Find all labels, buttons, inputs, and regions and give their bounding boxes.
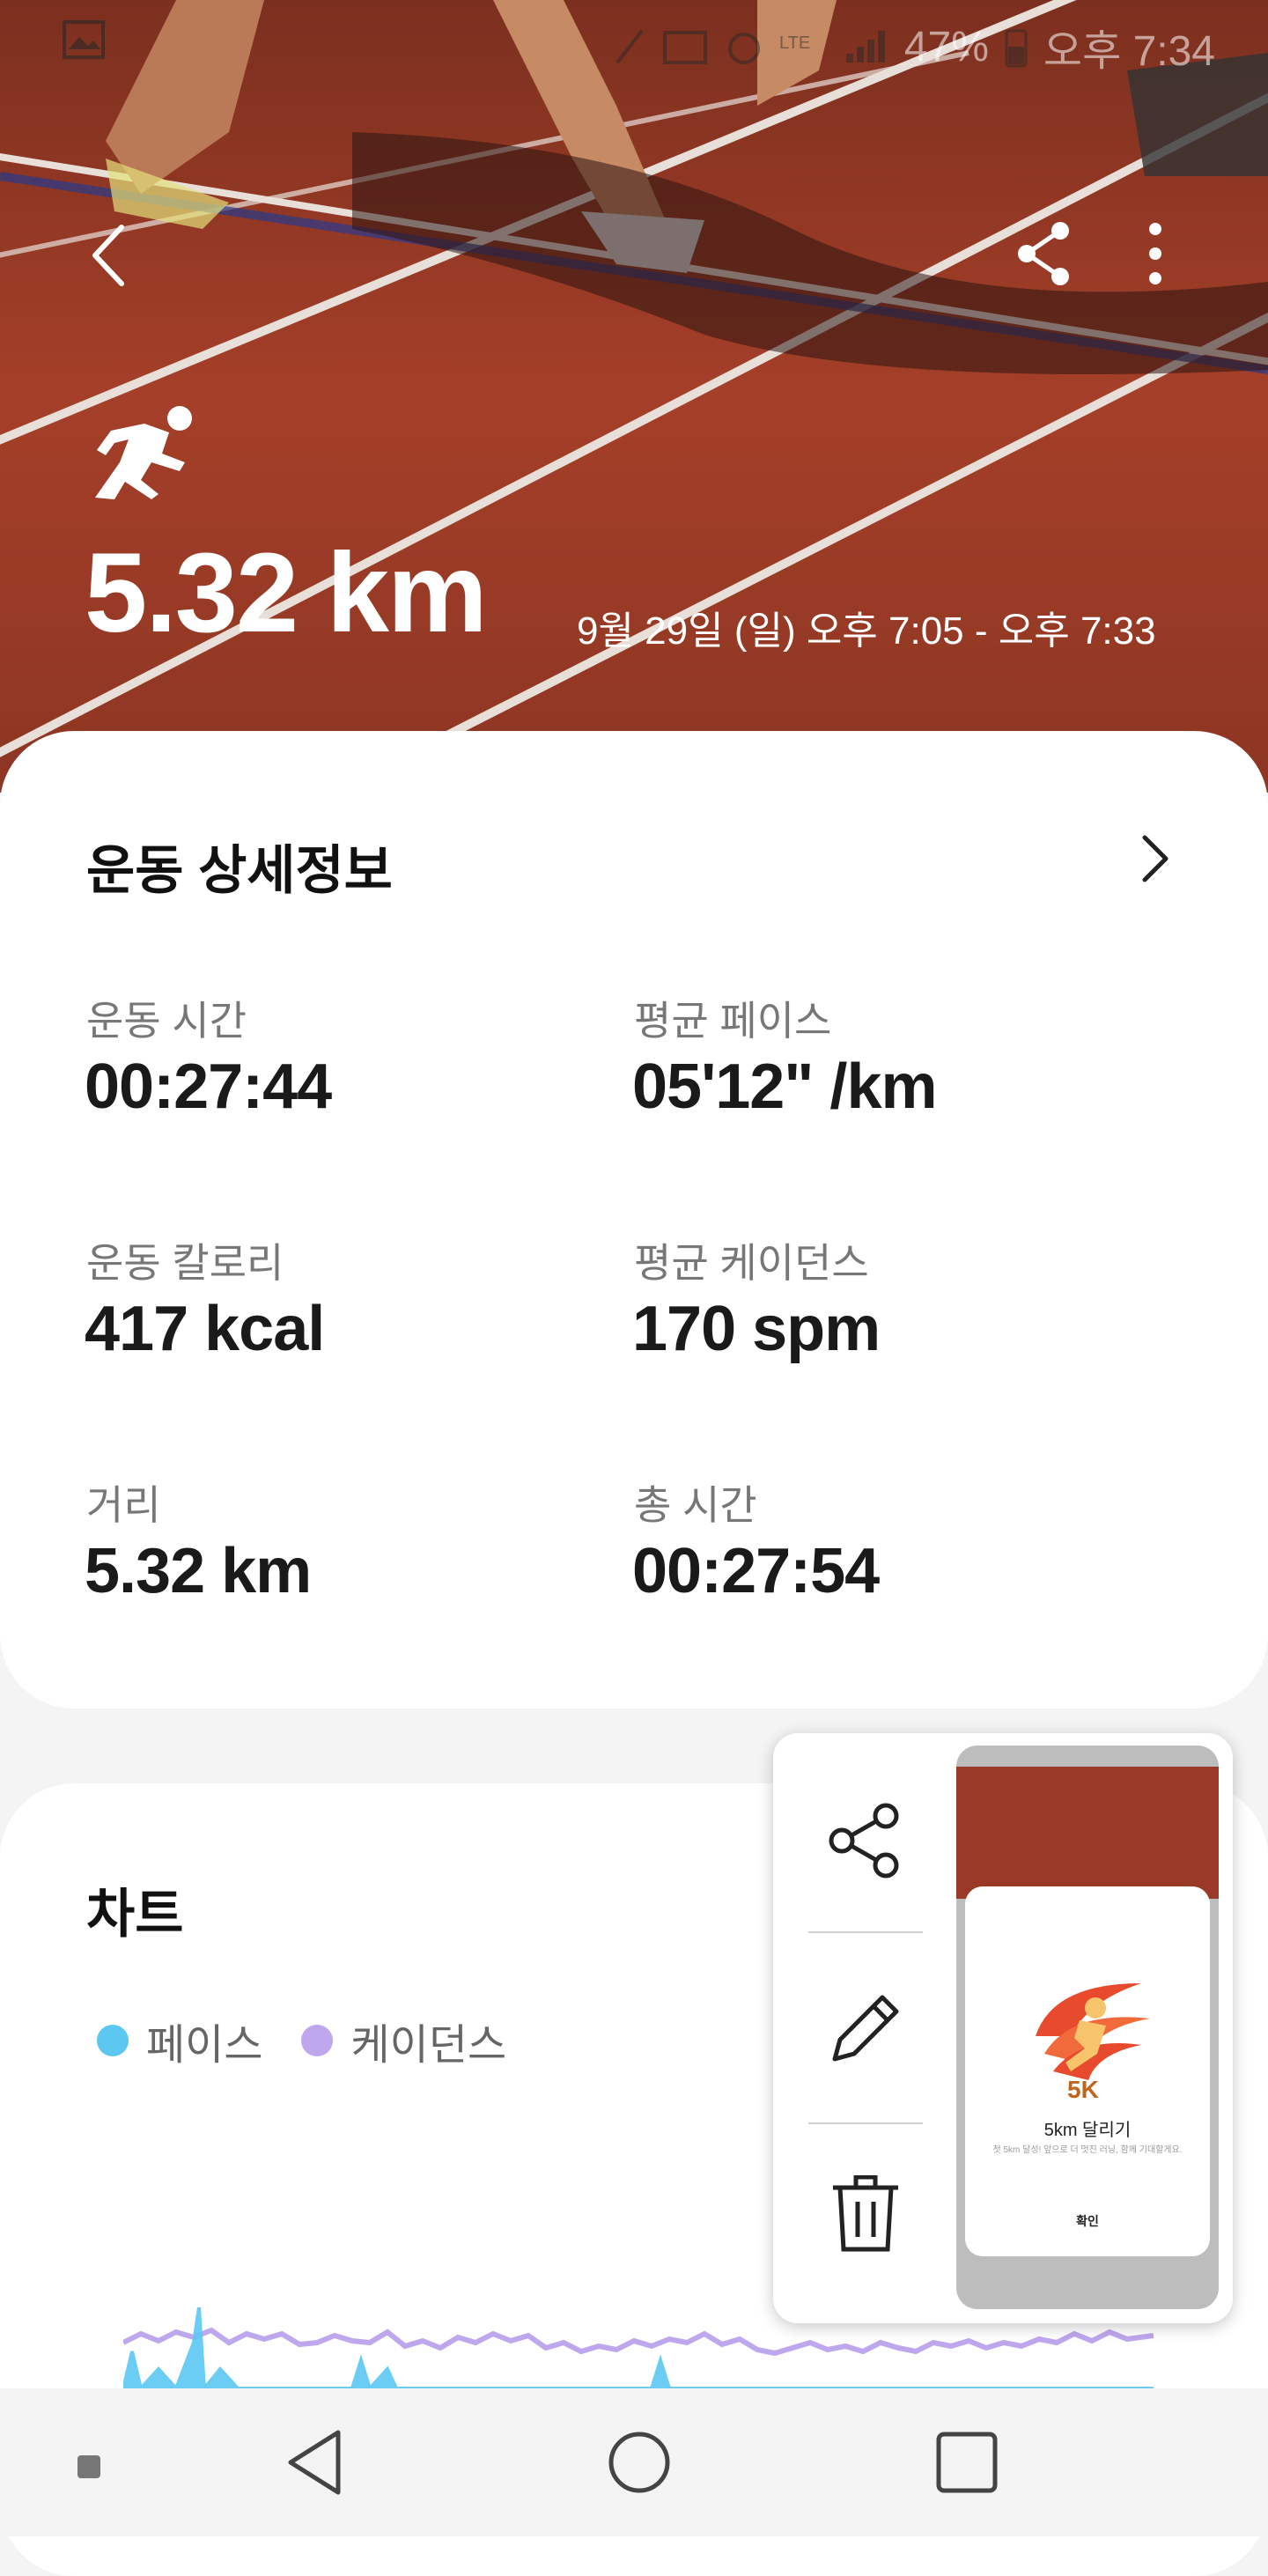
- recents-icon[interactable]: [933, 2429, 1000, 2496]
- clock: 오후 7:34: [1043, 28, 1215, 75]
- stat-value: 00:27:44: [85, 1052, 332, 1122]
- stat-value: 170 spm: [632, 1294, 881, 1364]
- back-icon[interactable]: [284, 2427, 345, 2498]
- chart-title: 차트: [86, 1885, 184, 1944]
- legend-label: 페이스: [146, 2022, 263, 2069]
- workout-date-range: 9월 29일 (일) 오후 7:05 - 오후 7:33: [577, 609, 1156, 653]
- nfc-icon: [662, 31, 707, 64]
- stat-value: 5.32 km: [85, 1536, 312, 1606]
- details-title: 운동 상세정보: [86, 841, 393, 900]
- trash-icon[interactable]: [826, 2175, 905, 2255]
- hero-banner: LTE 47% 오후 7:34 5.32 km 9월 29일 (일) 오후 7:…: [0, 0, 1268, 793]
- screenshot-preview[interactable]: 5K 5km 달리기 첫 5km 달성! 앞으로 더 멋진 러닝, 함께 기대할…: [956, 1746, 1219, 2309]
- stat-value: 417 kcal: [85, 1294, 325, 1364]
- alarm-icon: [727, 33, 760, 64]
- keyboard-indicator-icon: [77, 2455, 100, 2478]
- signal-icon: [845, 31, 885, 63]
- badge-5k-icon: 5K: [1036, 1983, 1150, 2103]
- more-options-icon[interactable]: [1138, 220, 1173, 287]
- stat-label: 평균 케이던스: [634, 1240, 869, 1286]
- legend-label: 케이던스: [350, 2022, 507, 2069]
- stat-value: 00:27:54: [632, 1536, 880, 1606]
- back-arrow-icon[interactable]: [88, 220, 132, 291]
- home-icon[interactable]: [606, 2429, 673, 2496]
- divider: [808, 1931, 923, 1933]
- battery-percent: 47%: [903, 23, 989, 70]
- legend-item-cadence: 케이던스: [301, 2010, 506, 2071]
- chevron-right-icon[interactable]: [1138, 832, 1173, 885]
- status-bar: LTE 47% 오후 7:34: [0, 0, 1268, 85]
- battery-icon: [1005, 29, 1028, 68]
- badge-label: 5K: [1067, 2076, 1099, 2103]
- lte-icon: LTE: [779, 33, 810, 53]
- distance-value: 5.32 km: [85, 530, 488, 656]
- share-icon[interactable]: [826, 1802, 905, 1881]
- stat-label: 거리: [86, 1482, 161, 1528]
- divider: [808, 2122, 923, 2124]
- cadence-dot-icon: [301, 2025, 334, 2056]
- cadence-line: [123, 2327, 1154, 2357]
- pencil-icon[interactable]: [826, 1989, 905, 2068]
- screenshot-popup: 5K 5km 달리기 첫 5km 달성! 앞으로 더 멋진 러닝, 함께 기대할…: [773, 1733, 1233, 2323]
- navigation-bar: [0, 2388, 1268, 2536]
- share-icon[interactable]: [1014, 220, 1073, 287]
- preview-title: 5km 달리기: [1043, 2121, 1132, 2140]
- legend-item-pace: 페이스: [97, 2010, 262, 2071]
- stat-value: 05'12" /km: [632, 1052, 937, 1122]
- pace-dot-icon: [97, 2025, 129, 2056]
- stat-label: 총 시간: [634, 1482, 757, 1528]
- gallery-icon: [63, 20, 105, 59]
- track-background: [0, 0, 1268, 793]
- preview-body: 첫 5km 달성! 앞으로 더 멋진 러닝, 함께 기대할게요.: [992, 2145, 1183, 2155]
- preview-confirm: 확인: [1076, 2214, 1099, 2228]
- svg-text:LTE: LTE: [779, 33, 810, 53]
- stat-label: 운동 칼로리: [86, 1240, 284, 1286]
- stat-label: 운동 시간: [86, 998, 247, 1044]
- mute-icon: [616, 29, 644, 64]
- stat-label: 평균 페이스: [634, 998, 832, 1044]
- running-icon: [95, 406, 192, 499]
- chart-legend: 페이스 케이던스: [97, 2010, 545, 2071]
- preview-hero: [956, 1767, 1219, 1899]
